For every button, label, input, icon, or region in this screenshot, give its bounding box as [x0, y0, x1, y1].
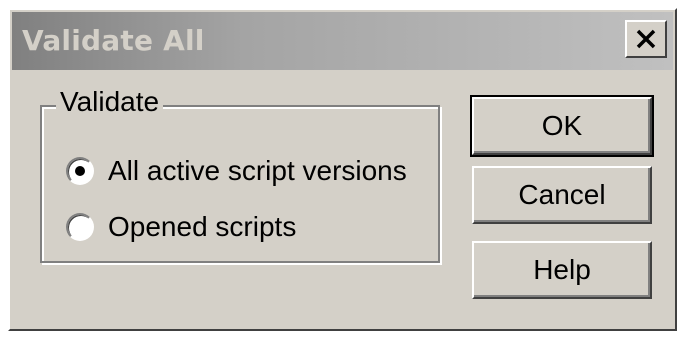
cancel-button[interactable]: Cancel: [472, 166, 652, 224]
window-title: Validate All: [22, 24, 205, 57]
help-button[interactable]: Help: [472, 241, 652, 299]
radio-dot-icon: [75, 166, 85, 176]
group-legend: Validate: [56, 86, 164, 118]
radio-label: Opened scripts: [108, 211, 297, 242]
close-icon: [636, 29, 656, 49]
ok-button[interactable]: OK: [470, 95, 654, 157]
close-button[interactable]: [625, 20, 667, 58]
radio-all-active-versions[interactable]: All active script versions: [66, 151, 407, 191]
radio-label: All active script versions: [108, 155, 407, 186]
radio-opened-scripts[interactable]: Opened scripts: [66, 207, 296, 247]
radio-button[interactable]: [66, 213, 94, 241]
radio-button-selected[interactable]: [66, 157, 94, 185]
title-bar[interactable]: Validate All: [12, 12, 673, 70]
